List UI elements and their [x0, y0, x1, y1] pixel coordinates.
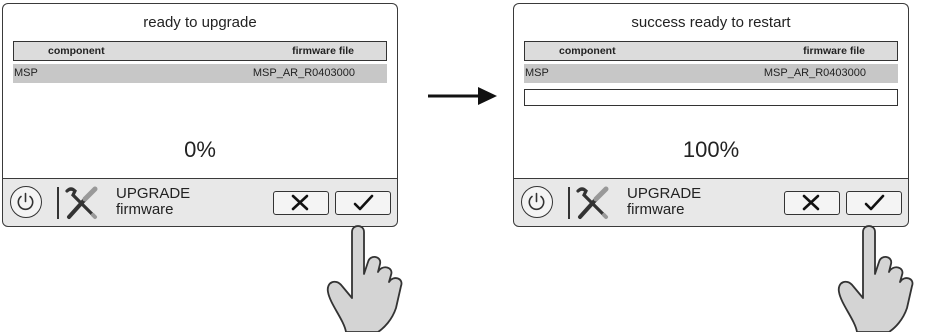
close-icon: [291, 194, 309, 211]
arrow-right-icon: [428, 87, 497, 105]
device-after: success ready to restart component firmw…: [513, 3, 909, 227]
cell-firmware-file: MSP_AR_R0403000: [252, 67, 355, 79]
cell-component: MSP: [525, 67, 549, 79]
header-component: component: [48, 45, 105, 57]
pointing-hand-icon: [837, 225, 914, 332]
table-row[interactable]: MSP MSP_AR_R0403000: [524, 64, 898, 83]
table-header: component firmware file: [13, 41, 387, 61]
progress-percent: 100%: [682, 137, 740, 162]
mode-label-line2: firmware: [116, 201, 174, 218]
cell-firmware-file: MSP_AR_R0403000: [763, 67, 866, 79]
screen-title: ready to upgrade: [143, 14, 257, 31]
firmware-table: component firmware file MSP MSP_AR_R0403…: [524, 41, 898, 106]
mode-label: UPGRADE firmware: [627, 186, 701, 218]
header-firmware-file: firmware file: [292, 45, 354, 57]
tools-icon: [576, 186, 609, 219]
screen-title: success ready to restart: [631, 14, 791, 31]
header-firmware-file: firmware file: [803, 45, 865, 57]
mode-label: UPGRADE firmware: [116, 186, 190, 218]
progress-bar: [524, 89, 898, 106]
pointing-hand-icon: [326, 225, 403, 332]
power-icon: [17, 192, 34, 211]
screen: success ready to restart component firmw…: [513, 3, 909, 179]
progress-fill: [525, 90, 897, 105]
header-component: component: [559, 45, 616, 57]
power-button[interactable]: [10, 186, 42, 218]
table-header: component firmware file: [524, 41, 898, 61]
power-button[interactable]: [521, 186, 553, 218]
device-before: ready to upgrade component firmware file…: [2, 3, 398, 227]
close-icon: [802, 194, 820, 211]
power-icon: [528, 192, 545, 211]
divider: [568, 187, 570, 219]
mode-label-line2: firmware: [627, 201, 685, 218]
progress-percent: 0%: [184, 137, 216, 162]
table-row[interactable]: MSP MSP_AR_R0403000: [13, 64, 387, 83]
mode-label-line1: UPGRADE: [627, 185, 702, 202]
mode-label-line1: UPGRADE: [116, 185, 191, 202]
cell-component: MSP: [14, 67, 38, 79]
cancel-button[interactable]: [273, 191, 329, 215]
check-icon: [864, 194, 885, 211]
cancel-button[interactable]: [784, 191, 840, 215]
divider: [57, 187, 59, 219]
tools-icon: [65, 186, 98, 219]
check-icon: [353, 194, 374, 211]
screen: ready to upgrade component firmware file…: [2, 3, 398, 179]
firmware-table: component firmware file MSP MSP_AR_R0403…: [13, 41, 387, 83]
